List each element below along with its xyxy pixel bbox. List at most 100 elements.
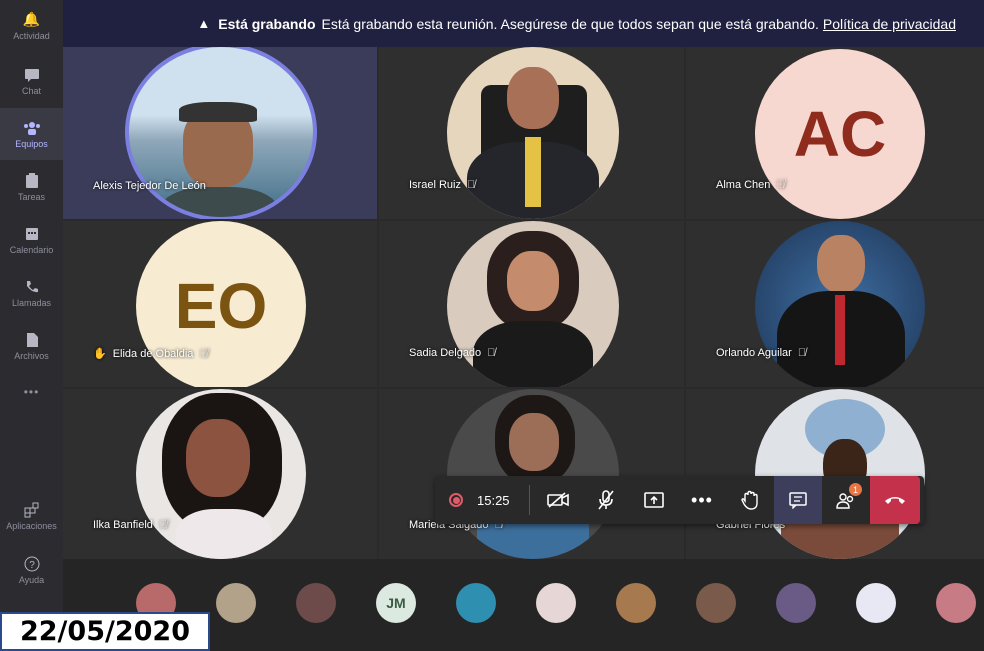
files-icon	[23, 332, 41, 348]
chat-icon	[789, 491, 807, 509]
participant-name: Orlando Aguilar 🎙̸	[716, 347, 807, 359]
participant-name: Sadia Delgado 🎙̸	[409, 347, 496, 359]
recording-banner: ▲ Está grabando Está grabando esta reuni…	[63, 0, 984, 47]
participant-avatar	[125, 47, 317, 219]
participant-avatar: AC	[755, 49, 925, 219]
raise-hand-button[interactable]	[726, 476, 774, 524]
date-stamp: 22/05/2020	[0, 612, 210, 651]
participant-tile[interactable]: AC Alma Chen 🎙̸	[686, 47, 984, 219]
rail-label: Tareas	[17, 191, 45, 202]
rail-item-chat[interactable]: Chat	[0, 55, 63, 107]
rail-label: Equipos	[15, 138, 48, 149]
participant-tile[interactable]: Orlando Aguilar 🎙̸	[686, 221, 984, 387]
participant-thumbnail[interactable]	[936, 583, 976, 623]
rail-item-help[interactable]: ? Ayuda	[0, 544, 63, 596]
rail-label: Llamadas	[11, 297, 52, 308]
app-rail: 🔔 Actividad Chat Equipos Tareas Calendar…	[0, 0, 63, 651]
participant-avatar	[136, 389, 306, 559]
mic-off-icon	[598, 490, 614, 510]
rail-item-activity[interactable]: 🔔 Actividad	[0, 0, 63, 52]
mic-off-icon: 🎙̸	[158, 519, 168, 531]
warning-icon: ▲	[197, 16, 211, 31]
mic-off-icon: 🎙̸	[776, 179, 785, 191]
participant-avatar	[447, 389, 619, 559]
more-actions-button[interactable]: •••	[678, 476, 726, 524]
recording-indicator[interactable]: 15:25	[435, 476, 525, 524]
participant-tile[interactable]: Mariela Salgado 🎙̸	[379, 389, 684, 559]
recording-message: Está grabando esta reunión. Asegúrese de…	[321, 15, 819, 32]
date-text: 22/05/2020	[19, 616, 190, 647]
mic-off-icon: 🎙̸	[797, 347, 807, 359]
participant-avatar	[447, 221, 619, 387]
camera-toggle-button[interactable]	[534, 476, 582, 524]
camera-off-icon	[547, 492, 569, 508]
privacy-policy-link[interactable]: Política de privacidad	[823, 16, 956, 32]
participant-tile[interactable]: Ilka Banfield 🎙̸	[63, 389, 377, 559]
show-chat-button[interactable]	[774, 476, 822, 524]
participant-avatar: EO	[136, 221, 306, 387]
record-icon	[449, 493, 463, 507]
participant-name: ✋ Elida de Obaldia 🎙̸	[93, 347, 208, 361]
rail-more-button[interactable]: •••	[0, 375, 63, 405]
rail-item-files[interactable]: Archivos	[0, 320, 63, 372]
calendar-icon	[23, 226, 41, 242]
tasks-icon	[23, 172, 41, 189]
more-icon: •••	[691, 489, 713, 510]
mic-toggle-button[interactable]	[582, 476, 630, 524]
mic-off-icon: 🎙̸	[466, 179, 476, 191]
rail-label: Calendario	[9, 244, 54, 255]
participant-tile[interactable]: EO ✋ Elida de Obaldia 🎙̸	[63, 221, 377, 387]
participant-thumbnail[interactable]	[776, 583, 816, 623]
teams-icon	[23, 120, 41, 136]
meeting-toolbar: 15:25 ••• 1	[435, 476, 924, 524]
participant-thumbnail[interactable]	[296, 583, 336, 623]
participant-thumbnail[interactable]	[456, 583, 496, 623]
participant-thumbnail[interactable]	[856, 583, 896, 623]
rail-item-calendar[interactable]: Calendario	[0, 214, 63, 266]
show-participants-button[interactable]: 1	[822, 476, 870, 524]
participant-name: Ilka Banfield 🎙̸	[93, 519, 168, 531]
participant-thumbnail[interactable]	[696, 583, 736, 623]
rail-item-apps[interactable]: Aplicaciones	[0, 490, 63, 542]
more-icon: •••	[23, 384, 40, 399]
bell-icon: 🔔	[22, 11, 41, 27]
help-icon: ?	[23, 556, 41, 572]
participant-tile[interactable]: Gabriel Flores	[686, 389, 984, 559]
hang-up-icon	[885, 497, 905, 504]
participant-thumbnail[interactable]: JM	[376, 583, 416, 623]
meeting-timer: 15:25	[477, 492, 510, 508]
participant-initials: JM	[386, 595, 406, 611]
chat-icon	[23, 67, 41, 83]
raise-hand-icon	[741, 490, 758, 510]
mic-off-icon: 🎙̸	[199, 347, 208, 360]
hang-up-button[interactable]	[870, 476, 920, 524]
participants-badge: 1	[849, 483, 862, 496]
teams-meeting-window: 🔔 Actividad Chat Equipos Tareas Calendar…	[0, 0, 984, 651]
share-screen-button[interactable]	[630, 476, 678, 524]
participant-name: Alma Chen 🎙̸	[716, 179, 785, 191]
participant-tile[interactable]: Alexis Tejedor De León	[63, 47, 377, 219]
participant-thumbnail[interactable]	[536, 583, 576, 623]
raised-hand-icon: ✋	[93, 348, 107, 360]
participant-avatar	[755, 221, 925, 387]
mic-off-icon: 🎙̸	[487, 347, 496, 359]
participant-avatar	[755, 389, 925, 559]
participant-tile[interactable]: Sadia Delgado 🎙̸	[379, 221, 684, 387]
rail-label: Chat	[21, 85, 41, 96]
rail-item-teams[interactable]: Equipos	[0, 108, 63, 160]
participant-name: Alexis Tejedor De León	[93, 180, 206, 192]
phone-icon	[23, 279, 41, 295]
rail-item-tasks[interactable]: Tareas	[0, 161, 63, 213]
rail-label: Actividad	[13, 30, 50, 41]
participant-name: Israel Ruiz 🎙̸	[409, 179, 476, 191]
recording-title: Está grabando	[218, 15, 316, 32]
rail-label: Ayuda	[18, 574, 45, 585]
rail-label: Archivos	[14, 350, 49, 361]
rail-label: Aplicaciones	[6, 520, 57, 531]
participant-thumbnail[interactable]	[216, 583, 256, 623]
participant-tile[interactable]: Israel Ruiz 🎙̸	[379, 47, 684, 219]
rail-item-calls[interactable]: Llamadas	[0, 267, 63, 319]
participant-thumbnail[interactable]	[616, 583, 656, 623]
participant-avatar	[447, 47, 619, 219]
svg-text:?: ?	[29, 560, 35, 571]
